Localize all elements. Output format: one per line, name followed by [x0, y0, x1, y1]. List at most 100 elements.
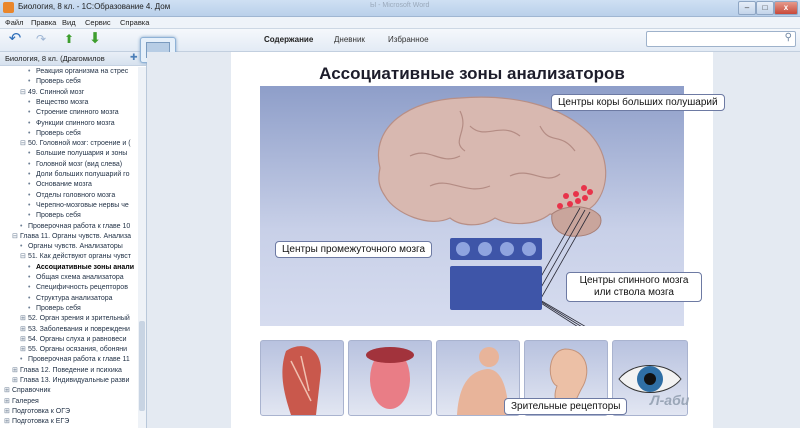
back-arrow-icon[interactable]: ↶: [6, 31, 24, 47]
tree-item[interactable]: • Проверь себя: [28, 77, 138, 87]
tree-item-label: 49. Спинной мозг: [27, 88, 85, 96]
tree-item[interactable]: • Основание мозга: [28, 180, 138, 190]
up-arrow-icon[interactable]: ⬆: [60, 31, 78, 47]
tree-item[interactable]: ⊞ Подготовка к ЕГЭ: [4, 417, 138, 427]
tree-item[interactable]: • Черепно-мозговые нервы че: [28, 201, 138, 211]
tree-item-label: Справочник: [11, 387, 51, 395]
bullet-icon: •: [28, 119, 31, 127]
tree-item[interactable]: ⊞ Глава 12. Поведение и психика: [12, 366, 138, 376]
tree-item[interactable]: • Проверочная работа к главе 11: [20, 355, 138, 365]
bullet-icon: •: [28, 68, 31, 75]
tree-item[interactable]: ⊞ Глава 13. Индивидуальные разви: [12, 376, 138, 386]
sidebar-scrollbar[interactable]: [138, 67, 146, 428]
tree-item-label: 53. Заболевания и повреждени: [27, 325, 130, 333]
expand-icon[interactable]: ⊞: [20, 325, 26, 335]
tree-item-label: Подготовка к ЕГЭ: [11, 418, 70, 426]
tree-item-selected[interactable]: • Ассоциативные зоны анали: [28, 263, 138, 273]
center-circle: [456, 242, 470, 256]
tree-item-label: Проверь себя: [35, 129, 81, 137]
tree-item[interactable]: ⊟ Глава 11. Органы чувств. Анализа: [12, 232, 138, 242]
tree-item[interactable]: • Головной мозг (вид слева): [28, 160, 138, 170]
maximize-button[interactable]: □: [756, 1, 774, 15]
add-icon[interactable]: ✚: [130, 52, 138, 63]
bullet-icon: •: [20, 222, 23, 230]
tree-item-label: Проверочная работа к главе 10: [27, 222, 131, 230]
tree-item[interactable]: • Проверочная работа к главе 10: [20, 222, 138, 232]
tree-item[interactable]: ⊞ 52. Орган зрения и зрительный: [20, 314, 138, 324]
bullet-icon: •: [28, 171, 31, 178]
minimize-button[interactable]: –: [738, 1, 756, 15]
tree-item[interactable]: • Большие полушария и зоны: [28, 149, 138, 159]
lesson-page: Ассоциативные зоны анализаторов Центры к…: [231, 52, 725, 428]
tree-item[interactable]: • Строение спинного мозга: [28, 108, 138, 118]
tree-item[interactable]: • Проверь себя: [28, 129, 138, 139]
collapse-icon[interactable]: ⊟: [20, 252, 26, 262]
bullet-icon: •: [28, 294, 31, 302]
muscles-image[interactable]: [260, 340, 344, 416]
expand-icon[interactable]: ⊞: [20, 335, 26, 345]
down-arrow-icon[interactable]: ⬇: [86, 31, 104, 47]
tree-item[interactable]: • Реакция организма на стрес: [28, 67, 138, 77]
tree-item[interactable]: • Проверь себя: [28, 304, 138, 314]
bullet-icon: •: [28, 129, 31, 137]
expand-icon[interactable]: ⊞: [12, 376, 18, 386]
bullet-icon: •: [28, 160, 31, 168]
tree-item[interactable]: • Функции спинного мозга: [28, 119, 138, 129]
expand-icon[interactable]: ⊞: [20, 314, 26, 324]
tree-item[interactable]: ⊞ Подготовка к ОГЭ: [4, 407, 138, 417]
tree-item[interactable]: ⊟ 51. Как действуют органы чувст: [20, 252, 138, 262]
tree-item-label: Специфичность рецепторов: [35, 284, 128, 292]
scrollbar-thumb[interactable]: [139, 321, 145, 411]
expand-icon[interactable]: ⊞: [4, 397, 10, 407]
tab-contents[interactable]: Содержание: [264, 35, 313, 44]
menu-edit[interactable]: Правка: [31, 18, 56, 27]
collapse-icon[interactable]: ⊟: [20, 139, 26, 149]
search-icon[interactable]: ⚲: [785, 32, 792, 43]
tree-item[interactable]: ⊞ 54. Органы слуха и равновеси: [20, 335, 138, 345]
expand-icon[interactable]: ⊞: [4, 386, 10, 396]
window-title: Биология, 8 кл. - 1С:Образование 4. Дом: [18, 2, 171, 11]
sidebar: Биология, 8 кл. (Драгомилов ✚ • Реакция …: [0, 52, 147, 428]
tree-item[interactable]: ⊟ 50. Головной мозг: строение и (: [20, 139, 138, 149]
close-button[interactable]: x: [774, 1, 798, 15]
tree-item[interactable]: ⊟ 49. Спинной мозг: [20, 88, 138, 98]
collapse-icon[interactable]: ⊟: [20, 88, 26, 98]
menu-file[interactable]: Файл: [5, 18, 23, 27]
bullet-icon: •: [28, 284, 31, 292]
bullet-icon: •: [28, 274, 31, 281]
bullet-icon: •: [20, 356, 23, 364]
tree-item-label: 50. Головной мозг: строение и (: [27, 140, 131, 148]
tree-item-label: Строение спинного мозга: [35, 109, 119, 117]
tab-diary[interactable]: Дневник: [334, 35, 365, 44]
tree-item[interactable]: ⊞ Галерея: [4, 397, 138, 407]
tab-favorites[interactable]: Избранное: [388, 35, 429, 44]
tree-item[interactable]: • Отделы головного мозга: [28, 191, 138, 201]
tree-item-label: Основание мозга: [35, 181, 92, 189]
tree-item[interactable]: • Доли больших полушарий го: [28, 170, 138, 180]
tree-item-label: Подготовка к ОГЭ: [11, 407, 71, 415]
tree-item[interactable]: • Общая схема анализатора: [28, 273, 138, 283]
expand-icon[interactable]: ⊞: [20, 345, 26, 355]
bullet-icon: •: [28, 263, 31, 271]
menu-help[interactable]: Справка: [120, 18, 149, 27]
tree-item[interactable]: • Органы чувств. Анализаторы: [20, 242, 138, 252]
tree-item[interactable]: • Специфичность рецепторов: [28, 283, 138, 293]
collapse-icon[interactable]: ⊟: [12, 232, 18, 242]
tree-item[interactable]: ⊞ 53. Заболевания и повреждени: [20, 325, 138, 335]
forward-arrow-icon[interactable]: ↷: [32, 31, 50, 47]
tree-item-label: Функции спинного мозга: [35, 119, 115, 127]
tree-item[interactable]: • Проверь себя: [28, 211, 138, 221]
tongue-image[interactable]: [348, 340, 432, 416]
tree-item[interactable]: ⊞ Справочник: [4, 386, 138, 396]
search-input[interactable]: ⚲: [646, 31, 796, 47]
menu-tools[interactable]: Сервис: [85, 18, 111, 27]
center-circle: [478, 242, 492, 256]
expand-icon[interactable]: ⊞: [4, 417, 10, 427]
tree-item[interactable]: • Структура анализатора: [28, 294, 138, 304]
tree-item[interactable]: • Вещество мозга: [28, 98, 138, 108]
expand-icon[interactable]: ⊞: [12, 366, 18, 376]
expand-icon[interactable]: ⊞: [4, 407, 10, 417]
brain-illustration: Центры коры больших полушарий Центры про…: [260, 86, 725, 326]
menu-view[interactable]: Вид: [62, 18, 76, 27]
tree-item[interactable]: ⊞ 55. Органы осязания, обоняни: [20, 345, 138, 355]
